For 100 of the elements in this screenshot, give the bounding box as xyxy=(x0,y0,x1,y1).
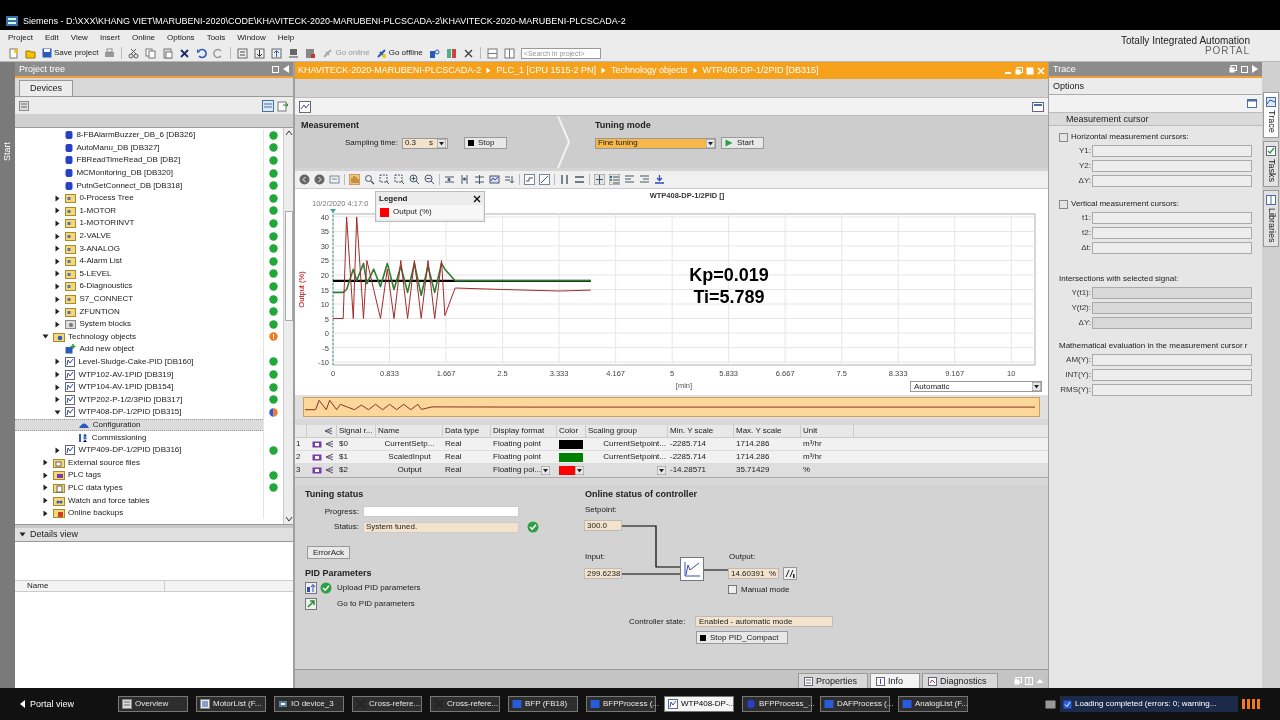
column-header[interactable]: Name xyxy=(376,425,443,437)
table-cell: Real xyxy=(445,453,462,461)
taskbar-item[interactable]: MotorList (F... xyxy=(196,696,266,712)
sampling-time-field[interactable]: 0.3 s xyxy=(401,137,448,149)
column-header[interactable]: Max. Y scale xyxy=(734,425,801,437)
tree-item[interactable]: WTP409-DP-1/2PID [DB316] xyxy=(15,443,263,457)
portal-view-button[interactable]: Portal view xyxy=(20,699,110,709)
start-button[interactable]: Start xyxy=(721,137,764,149)
taskbar-item[interactable]: Cross-refere... xyxy=(430,696,500,712)
tree-item[interactable]: 3-ANALOG xyxy=(15,242,263,255)
tree-item[interactable]: 5-LEVEL xyxy=(15,267,263,281)
tree-item[interactable]: PLC tags xyxy=(15,469,263,482)
column-header[interactable]: Display format xyxy=(491,425,557,437)
tree-item[interactable]: PLC data types xyxy=(15,481,263,495)
tree-item[interactable]: S7_CONNECT xyxy=(15,292,263,306)
field-label: Y2: xyxy=(1078,162,1091,170)
tree-item[interactable]: 1-MOTOR xyxy=(15,204,263,218)
tree-item[interactable]: MCMonitoring_DB [DB320] xyxy=(15,166,263,180)
table-cell: Real xyxy=(445,466,462,474)
field-label: Sampling time: xyxy=(345,139,398,147)
tree-item[interactable]: Watch and force tables xyxy=(15,494,263,507)
tree-item[interactable]: System blocks xyxy=(15,317,263,331)
tree-item[interactable]: Configuration xyxy=(15,418,263,432)
taskbar-item[interactable]: AnalogList (F... xyxy=(898,696,968,712)
panel-tab[interactable]: Info xyxy=(870,673,920,688)
tree-item[interactable]: Online backups xyxy=(15,506,263,520)
manual-mode-checkbox[interactable]: Manual mode xyxy=(728,585,790,594)
menu-item[interactable]: Project xyxy=(8,33,33,42)
section-title: Online status of controller xyxy=(585,490,697,499)
measurement-cursor-checkbox[interactable]: Vertical measurement cursors: xyxy=(1059,198,1252,210)
tree-item[interactable]: Add new object xyxy=(15,343,263,356)
menu-item[interactable]: Insert xyxy=(99,33,120,42)
side-tab[interactable]: Start xyxy=(3,142,12,161)
column-header[interactable]: Scaling group xyxy=(586,425,668,437)
column-header[interactable]: Color xyxy=(557,425,586,437)
tree-item[interactable]: FBReadTimeRead_DB [DB2] xyxy=(15,154,263,167)
taskbar-item[interactable]: IO device_3 xyxy=(274,696,344,712)
table-row[interactable]: 3 $2 Output Real Floating poi... -14.28571 35.71429 % xyxy=(295,464,1048,477)
panel-tab[interactable]: Diagnostics xyxy=(922,673,998,688)
stop-pid-button[interactable]: Stop PID_Compact xyxy=(696,631,788,644)
table-cell: $2 xyxy=(339,466,348,474)
table-cell: ScaledInput xyxy=(388,453,431,461)
taskbar-item[interactable]: Overview xyxy=(118,696,188,712)
column-header[interactable]: Unit xyxy=(801,425,854,437)
table-cell: CurrentSetpoint... xyxy=(603,453,666,461)
action-link[interactable]: Go to PID parameters xyxy=(337,599,415,608)
tree-item[interactable]: 6-Diagnoustics xyxy=(15,280,263,293)
tree-item[interactable]: 0-Process Tree xyxy=(15,191,263,205)
tree-item[interactable]: 4-Alarm List xyxy=(15,254,263,268)
side-tab[interactable]: Tasks xyxy=(1263,140,1279,187)
devices-tab[interactable]: Devices xyxy=(19,80,73,96)
tree-item[interactable]: WTP102-AV-1PID [DB319] xyxy=(15,368,263,381)
action-link[interactable]: Upload PID parameters xyxy=(337,583,421,592)
table-row[interactable]: 2 $1 ScaledInput Real Floating point CurrentSetpoint... -2285.714 1714.286 m³/hr xyxy=(295,451,1048,464)
tree-item[interactable]: AutoManu_DB [DB327] xyxy=(15,141,263,155)
tree-item[interactable]: WTP202-P-1/2/3PID [DB317] xyxy=(15,393,263,407)
status-field: System tuned. xyxy=(363,521,519,533)
scale-mode-dropdown[interactable]: Automatic xyxy=(910,381,1042,392)
save-project-button[interactable]: Save project xyxy=(42,48,99,59)
stop-button[interactable]: Stop xyxy=(463,137,507,149)
error-ack-button[interactable]: ErrorAck xyxy=(307,546,350,559)
table-row[interactable]: 1 $0 CurrentSetp... Real Floating point CurrentSetpoint... -2285.714 1714.286 m³/hr xyxy=(295,438,1048,451)
tree-item[interactable]: Technology objects xyxy=(15,330,263,344)
tree-item[interactable]: ZFUNTION xyxy=(15,305,263,318)
side-tab[interactable]: Trace xyxy=(1263,92,1279,138)
menu-item[interactable]: Edit xyxy=(44,33,59,42)
menu-item[interactable]: View xyxy=(70,33,88,42)
tree-item[interactable]: External source files xyxy=(15,456,263,470)
column-header[interactable]: Min. Y scale xyxy=(668,425,734,437)
table-cell: Real xyxy=(445,440,462,448)
toolbar-button[interactable]: Go offline xyxy=(375,47,423,59)
tuning-mode-dropdown[interactable]: Fine tuning xyxy=(595,137,716,149)
tree-item[interactable]: 1-MOTORINVT xyxy=(15,217,263,230)
table-cell: $1 xyxy=(339,453,348,461)
tree-item[interactable]: 8-FBAlarmBuzzer_DB_6 [DB326] xyxy=(15,129,263,142)
column-header[interactable]: Data type xyxy=(443,425,491,437)
side-tab[interactable]: Libraries xyxy=(1263,189,1279,248)
measurement-cursor-checkbox[interactable]: Horizontal measurement cursors: xyxy=(1059,131,1252,143)
pane-header[interactable]: Options xyxy=(1049,78,1262,95)
brand-title: Totally Integrated Automation xyxy=(1121,35,1250,46)
brand-subtitle: PORTAL xyxy=(1204,45,1250,56)
menu-item[interactable]: Help xyxy=(277,33,295,42)
column-header[interactable]: Signal r... xyxy=(337,425,376,437)
tree-item[interactable]: Commissioning xyxy=(15,431,263,444)
tree-item[interactable]: WTP104-AV-1PID [DB154] xyxy=(15,380,263,394)
menu-item[interactable]: Options xyxy=(167,33,195,42)
panel-tab[interactable]: Properties xyxy=(798,673,868,688)
table-cell: Output xyxy=(397,466,422,474)
menu-item[interactable]: Online xyxy=(131,33,156,42)
taskbar-item[interactable]: Cross-refere... xyxy=(352,696,422,712)
taskbar-item[interactable]: BFPProcess_... xyxy=(742,696,812,712)
menu-item[interactable]: Tools xyxy=(206,33,226,42)
tree-item[interactable]: PutnGetConnect_DB [DB318] xyxy=(15,179,263,192)
tree-item[interactable]: 2-VALVE xyxy=(15,229,263,243)
menu-item[interactable]: Window xyxy=(237,33,266,42)
tree-item[interactable]: Level-Sludge-Cake-PID [DB160] xyxy=(15,355,263,369)
tree-item[interactable]: WTP408-DP-1/2PID [DB315] xyxy=(15,406,263,419)
table-cell: m³/hr xyxy=(803,453,822,461)
field-label: Output: xyxy=(729,553,756,561)
taskbar-item[interactable]: BFP (FB18) xyxy=(508,696,578,712)
